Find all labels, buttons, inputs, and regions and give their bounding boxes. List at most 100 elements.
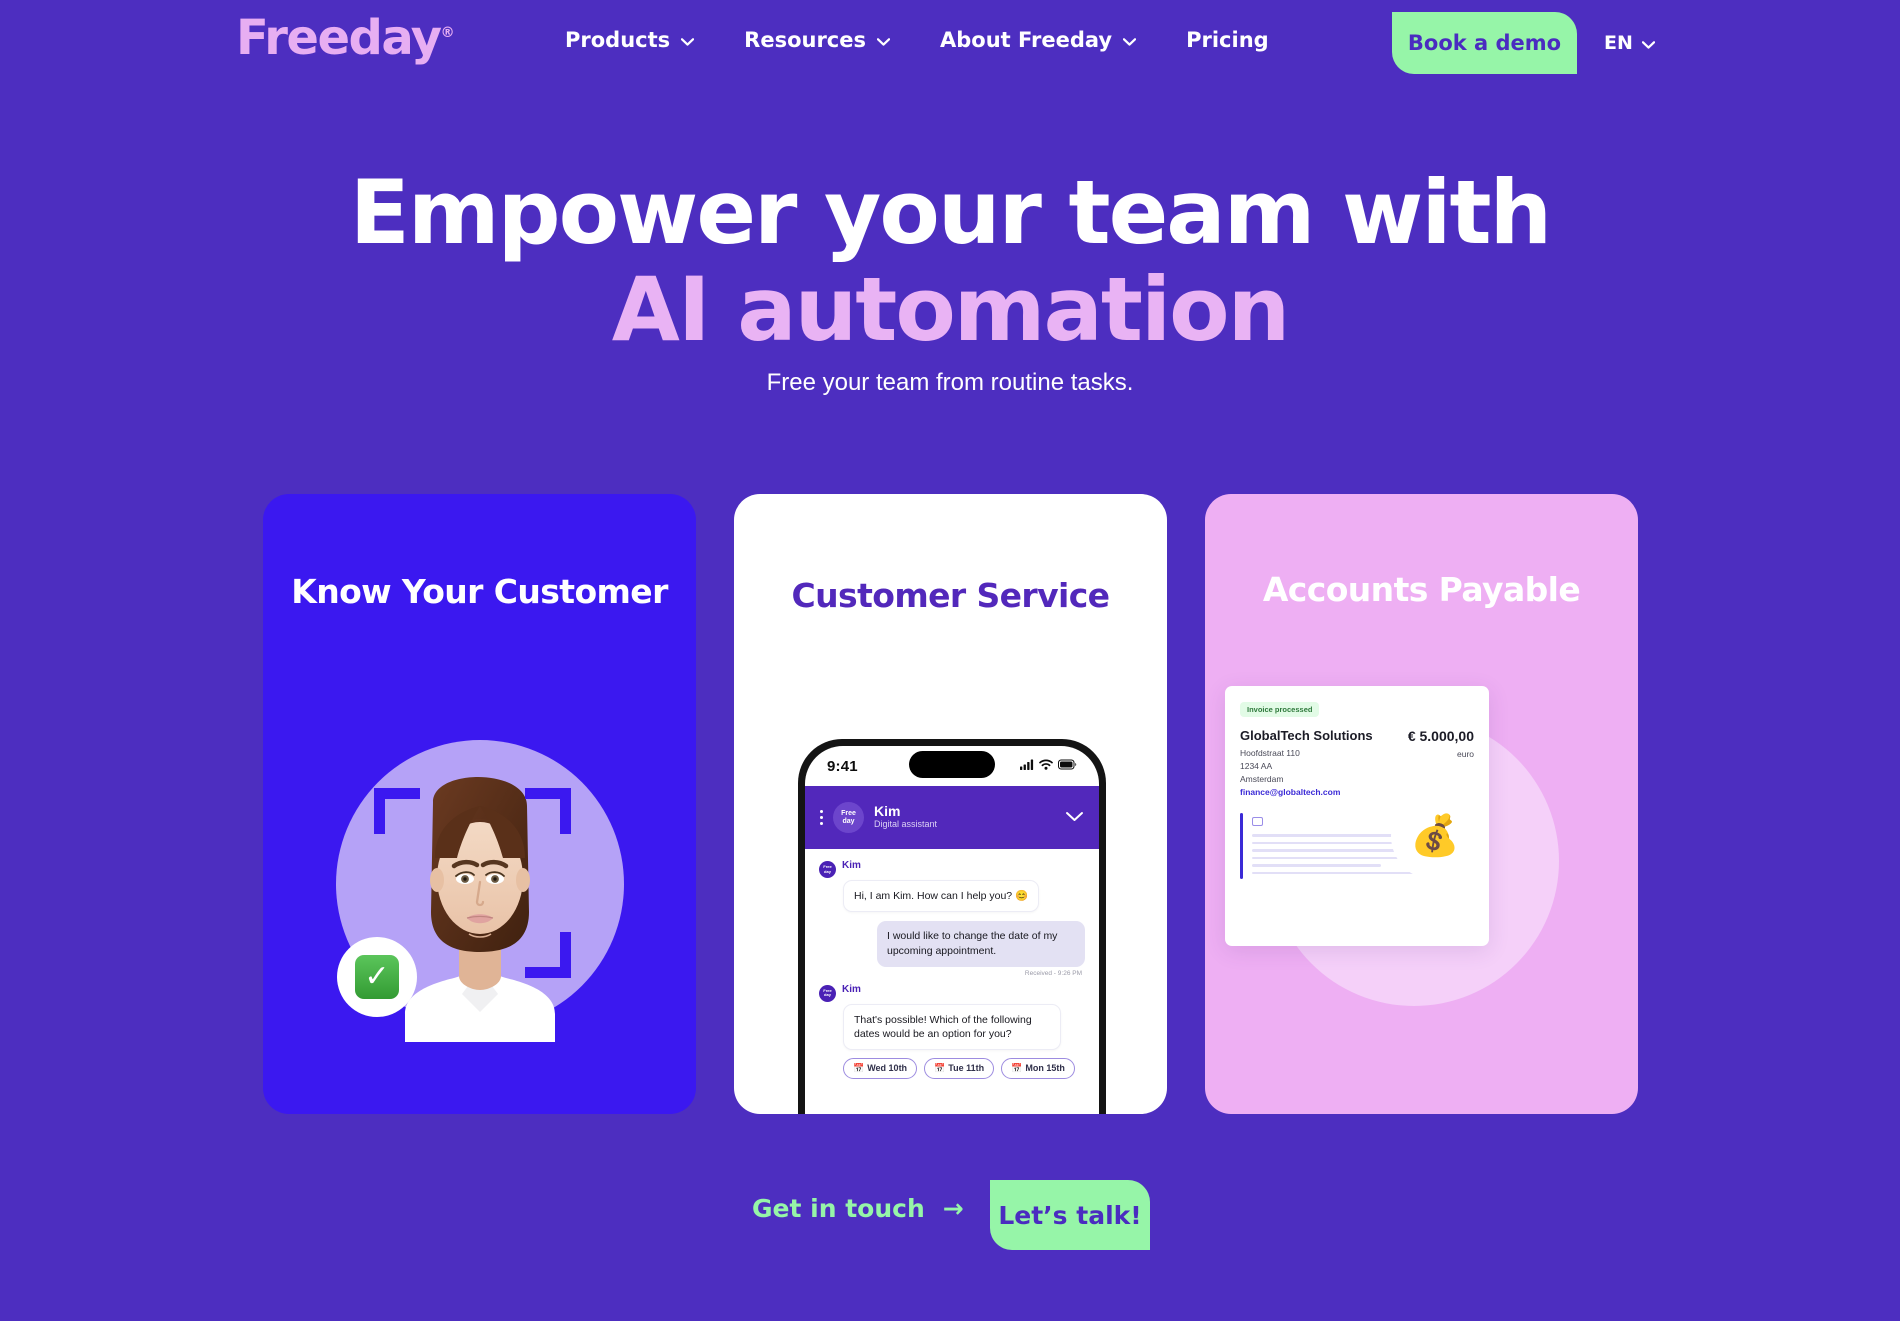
hero-title-line-1: Empower your team with <box>349 161 1552 264</box>
dynamic-island <box>909 751 995 778</box>
nav-item-about-freeday[interactable]: About Freeday <box>940 28 1137 52</box>
calendar-icon: 📅 <box>853 1062 865 1073</box>
assistant-identity: Kim Digital assistant <box>874 802 1055 831</box>
scan-bracket-bottom-right-icon <box>525 932 571 978</box>
card-accounts-payable-title: Accounts Payable <box>1262 570 1581 609</box>
language-selector-label: EN <box>1604 32 1633 54</box>
invoice-amount: € 5.000,00 <box>1407 728 1474 744</box>
card-customer-service-title: Customer Service <box>791 576 1111 615</box>
collapse-chat-icon[interactable] <box>1065 809 1084 827</box>
status-badge: Invoice processed <box>1240 702 1320 717</box>
chat-message-incoming: Free day Kim Hi, I am Kim. How can I hel… <box>819 860 1085 913</box>
scan-bracket-top-right-icon <box>525 788 571 834</box>
invoice-address-line-3: Amsterdam <box>1240 773 1284 784</box>
assistant-role: Digital assistant <box>874 819 938 830</box>
message-avatar: Free day <box>819 984 836 1002</box>
card-accounts-payable[interactable]: Accounts Payable Invoice processed Globa… <box>1205 494 1638 1114</box>
get-in-touch-link[interactable]: Get in touch → <box>752 1194 964 1223</box>
cta-section: Get in touch → Let’s talk! <box>0 1180 1900 1260</box>
invoice-address: Hoofdstraat 110 1234 AA Amsterdam <box>1240 747 1373 785</box>
lets-talk-button[interactable]: Let’s talk! <box>990 1180 1150 1250</box>
calendar-icon: 📅 <box>934 1062 946 1073</box>
message-bubble: Hi, I am Kim. How can I help you? 😊 <box>843 880 1040 913</box>
book-a-demo-button[interactable]: Book a demo <box>1392 12 1577 74</box>
invoice-vendor-block: GlobalTech Solutions Hoofdstraat 110 123… <box>1240 728 1373 797</box>
money-bag-badge: 💰 <box>1391 792 1479 880</box>
language-selector[interactable]: EN <box>1604 32 1655 54</box>
date-chip-tue-11th[interactable]: 📅 Tue 11th <box>924 1057 995 1079</box>
document-icon <box>1251 817 1263 827</box>
card-kyc-title: Know Your Customer <box>291 572 668 611</box>
assistant-name: Kim <box>874 802 901 819</box>
check-mark-icon: ✓ <box>355 955 399 999</box>
message-receipt-status: Received - 9:26 PM <box>1024 969 1082 977</box>
status-bar-icons <box>1020 757 1077 775</box>
avatar-line-2: day <box>842 817 855 825</box>
avatar-line-2: day <box>824 868 831 874</box>
date-option-chips: 📅 Wed 10th 📅 Tue 11th 📅 Mon 15th <box>843 1057 1085 1079</box>
nav-item-products[interactable]: Products <box>565 28 695 52</box>
nav-links: Products Resources About Freeday Pricing <box>565 28 1319 52</box>
nav-item-pricing-label: Pricing <box>1186 28 1269 52</box>
wifi-icon <box>1039 757 1053 775</box>
hero-title-line-2: AI automation <box>611 257 1290 361</box>
invoice-accent-bar <box>1240 813 1243 880</box>
top-navigation-bar: Freeday® Products Resources About Freeda… <box>0 0 1900 86</box>
date-chip-label: Wed 10th <box>867 1063 908 1074</box>
message-bubble: I would like to change the date of my up… <box>877 921 1085 967</box>
invoice-amount-block: € 5.000,00 euro <box>1408 728 1474 797</box>
battery-icon <box>1058 757 1077 775</box>
phone-status-bar: 9:41 <box>805 746 1099 786</box>
message-sender-name: Kim <box>842 860 861 871</box>
page-title: Empower your team with AI automation <box>0 167 1900 361</box>
logo-text: Freeday <box>236 10 442 66</box>
chevron-down-icon <box>877 38 890 46</box>
card-customer-service[interactable]: Customer Service 9:41 Free day Kim Digit… <box>734 494 1167 1114</box>
nav-item-pricing[interactable]: Pricing <box>1186 28 1269 52</box>
feature-cards: Know Your Customer ✓ Customer Service 9:… <box>0 494 1900 1114</box>
invoice-header: GlobalTech Solutions Hoofdstraat 110 123… <box>1240 728 1474 797</box>
hero-subtitle: Free your team from routine tasks. <box>766 369 1134 396</box>
chevron-down-icon <box>1641 41 1655 49</box>
invoice-email[interactable]: finance@globaltech.com <box>1240 787 1373 797</box>
invoice-address-line-2: 1234 AA <box>1240 760 1273 771</box>
money-bag-icon: 💰 <box>1410 814 1460 858</box>
calendar-icon: 📅 <box>1011 1062 1023 1073</box>
message-sender-name: Kim <box>842 983 861 995</box>
nav-item-resources-label: Resources <box>744 28 866 52</box>
message-sender-row: Free day Kim <box>819 984 1085 1002</box>
scan-bracket-top-left-icon <box>374 788 420 834</box>
verified-badge: ✓ <box>337 937 417 1017</box>
message-avatar: Free day <box>819 861 836 878</box>
message-sender-row: Free day Kim <box>819 860 1085 878</box>
date-chip-mon-15th[interactable]: 📅 Mon 15th <box>1001 1057 1075 1079</box>
get-in-touch-label: Get in touch <box>752 1194 925 1223</box>
card-know-your-customer[interactable]: Know Your Customer ✓ <box>263 494 696 1114</box>
status-bar-time: 9:41 <box>827 757 858 775</box>
date-chip-wed-10th[interactable]: 📅 Wed 10th <box>843 1057 918 1079</box>
invoice-address-line-1: Hoofdstraat 110 <box>1240 748 1300 758</box>
chat-message-outgoing: I would like to change the date of my up… <box>819 921 1085 977</box>
chat-header: Free day Kim Digital assistant <box>805 786 1099 849</box>
chat-message-incoming: Free day Kim That's possible! Which of t… <box>819 984 1085 1050</box>
assistant-avatar: Free day <box>833 802 864 833</box>
nav-item-resources[interactable]: Resources <box>744 28 890 52</box>
date-chip-label: Mon 15th <box>1025 1063 1065 1074</box>
placeholder-line <box>1251 834 1412 837</box>
avatar-line-2: day <box>824 992 831 998</box>
placeholder-line <box>1251 864 1381 867</box>
nav-item-about-freeday-label: About Freeday <box>940 28 1113 52</box>
chevron-down-icon <box>1123 38 1137 46</box>
message-bubble: That's possible! Which of the following … <box>843 1003 1061 1050</box>
arrow-right-icon: → <box>942 1194 964 1223</box>
more-options-icon[interactable] <box>820 810 823 825</box>
phone-mockup: 9:41 Free day Kim Digital assistant Free… <box>798 739 1106 1114</box>
date-chip-label: Tue 11th <box>948 1063 985 1074</box>
cellular-signal-icon <box>1020 757 1034 775</box>
invoice-company-name: GlobalTech Solutions <box>1240 728 1373 743</box>
nav-item-products-label: Products <box>565 28 671 52</box>
placeholder-line <box>1251 856 1399 860</box>
freeday-logo[interactable]: Freeday® <box>236 14 455 62</box>
phone-screen: 9:41 Free day Kim Digital assistant Free… <box>805 746 1099 1114</box>
registered-trademark-icon: ® <box>440 25 455 41</box>
